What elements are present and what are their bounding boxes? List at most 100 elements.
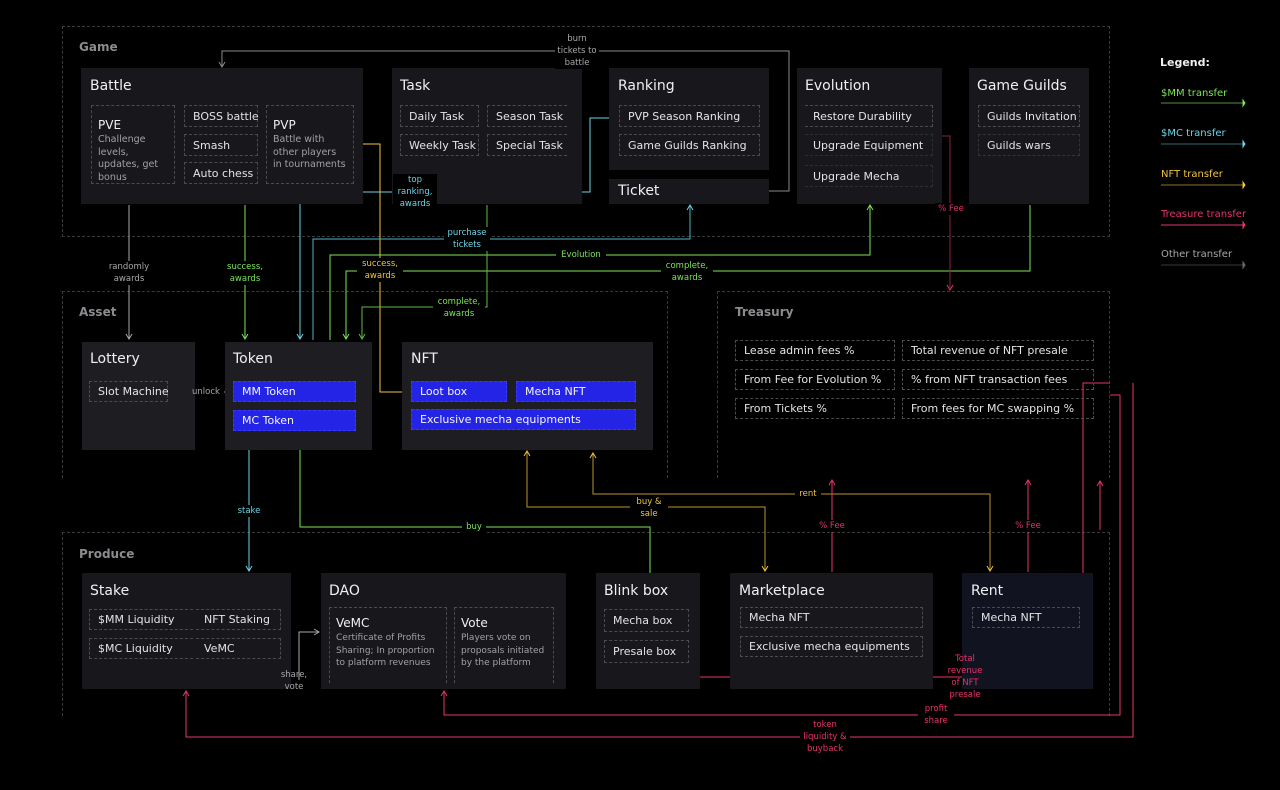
vote-desc: Players vote on proposals initiated by t…: [461, 633, 545, 668]
blink-box-title: Blink box: [604, 583, 669, 599]
label-fee-evolution: % Fee: [935, 203, 967, 215]
special-task-chip[interactable]: Special Task: [487, 134, 567, 156]
label-burn-tickets: burn tickets to battle: [555, 33, 599, 69]
rent-mecha-nft-chip[interactable]: Mecha NFT: [972, 607, 1080, 628]
mecha-nft-chip[interactable]: Mecha NFT: [516, 381, 636, 402]
label-rent: rent: [795, 488, 821, 500]
battle-card: Battle PVE Challenge levels, updates, ge…: [81, 68, 363, 204]
dao-card: DAO VeMC Certificate of Profits Sharing;…: [321, 573, 566, 689]
ranking-title: Ranking: [618, 78, 675, 94]
token-card: Token MM Token MC Token: [225, 342, 372, 450]
legend-mm-transfer: $MM transfer: [1161, 88, 1228, 99]
label-success-awards-mm: success, awards: [222, 261, 268, 285]
label-share-vote: share, vote: [280, 670, 308, 692]
label-purchase-tickets: purchase tickets: [444, 227, 490, 251]
lottery-title: Lottery: [90, 351, 140, 367]
lottery-card: Lottery Slot Machine: [82, 342, 195, 450]
game-guilds-ranking-chip[interactable]: Game Guilds Ranking: [619, 134, 760, 156]
label-total-revenue-presale: Total revenue of NFT presale: [947, 654, 983, 700]
game-guilds-title: Game Guilds: [977, 78, 1067, 94]
mm-liquidity-chip[interactable]: $MM Liquidity: [89, 609, 193, 630]
pve-title: PVE: [98, 118, 122, 132]
vemc-desc: Certificate of Profits Sharing; In propo…: [336, 633, 435, 668]
ticket-title: Ticket: [618, 183, 660, 199]
slot-machine-chip[interactable]: Slot Machine: [89, 381, 169, 402]
mm-token-chip[interactable]: MM Token: [233, 381, 356, 402]
pvp-block[interactable]: PVP Battle with other players in tournam…: [266, 105, 354, 184]
presale-box-chip[interactable]: Presale box: [604, 640, 689, 663]
treasury-fee-evolution[interactable]: From Fee for Evolution %: [735, 369, 895, 390]
blink-box-card: Blink box Mecha box Presale box: [596, 573, 700, 689]
guilds-wars-chip[interactable]: Guilds wars: [978, 134, 1080, 156]
label-fee-rent: % Fee: [1012, 520, 1044, 532]
label-randomly-awards: randomly awards: [104, 261, 154, 285]
mecha-box-chip[interactable]: Mecha box: [604, 609, 689, 632]
ranking-card: Ranking PVP Season Ranking Game Guilds R…: [609, 68, 769, 170]
boss-battle-chip[interactable]: BOSS battle: [184, 105, 259, 127]
legend-other-transfer: Other transfer: [1161, 249, 1233, 260]
treasury-total-revenue-presale[interactable]: Total revenue of NFT presale: [902, 340, 1094, 361]
label-buy: buy: [462, 521, 486, 533]
evolution-card: Evolution Restore Durability Upgrade Equ…: [797, 68, 942, 204]
token-title: Token: [233, 351, 273, 367]
pvp-title: PVP: [273, 118, 296, 132]
evolution-title: Evolution: [805, 78, 871, 94]
wire-evolution: [329, 206, 871, 340]
exclusive-mecha-equipments-chip[interactable]: Exclusive mecha equipments: [411, 409, 636, 430]
restore-durability-chip[interactable]: Restore Durability: [805, 105, 933, 127]
mc-token-chip[interactable]: MC Token: [233, 410, 356, 431]
treasury-lease-admin-fees[interactable]: Lease admin fees %: [735, 340, 895, 361]
vemc-stake-chip[interactable]: VeMC: [196, 638, 281, 659]
label-evolution: Evolution: [556, 249, 606, 261]
upgrade-equipment-chip[interactable]: Upgrade Equipment: [805, 134, 933, 156]
label-complete-awards-guild: complete, awards: [661, 260, 713, 284]
vemc-title: VeMC: [336, 616, 370, 630]
upgrade-mecha-chip[interactable]: Upgrade Mecha: [805, 165, 933, 187]
nft-card: NFT Loot box Mecha NFT Exclusive mecha e…: [402, 342, 653, 450]
label-complete-awards-task: complete, awards: [433, 296, 485, 320]
daily-task-chip[interactable]: Daily Task: [400, 105, 479, 127]
weekly-task-chip[interactable]: Weekly Task: [400, 134, 479, 156]
auto-chess-chip[interactable]: Auto chess: [184, 162, 258, 184]
mc-liquidity-chip[interactable]: $MC Liquidity: [89, 638, 193, 659]
treasury-mc-swapping-fees[interactable]: From fees for MC swapping %: [902, 398, 1094, 419]
stake-title: Stake: [90, 583, 130, 599]
legend-title: Legend:: [1160, 56, 1210, 69]
dao-title: DAO: [329, 583, 360, 599]
legend-treasure-transfer: Treasure transfer: [1161, 209, 1247, 220]
legend-mc-transfer: $MC transfer: [1161, 128, 1226, 139]
stake-card: Stake $MM Liquidity NFT Staking $MC Liqu…: [82, 573, 291, 689]
game-guilds-card: Game Guilds Guilds Invitation Guilds war…: [969, 68, 1089, 204]
pve-desc: Challenge levels, updates, get bonus: [98, 134, 159, 183]
label-top-ranking: top ranking, awards: [393, 174, 437, 210]
ticket-card[interactable]: Ticket: [609, 179, 769, 204]
vote-title: Vote: [461, 616, 488, 630]
label-buy-sale: buy & sale: [630, 496, 668, 520]
vote-block[interactable]: Vote Players vote on proposals initiated…: [454, 607, 554, 683]
smash-chip[interactable]: Smash: [184, 134, 258, 156]
treasury-nft-transaction-fees[interactable]: % from NFT transaction fees: [902, 369, 1094, 390]
vemc-block[interactable]: VeMC Certificate of Profits Sharing; In …: [329, 607, 447, 683]
label-token-liquidity: token liquidity & buyback: [800, 719, 850, 755]
nft-staking-chip[interactable]: NFT Staking: [196, 609, 281, 630]
marketplace-card: Marketplace Mecha NFT Exclusive mecha eq…: [730, 573, 933, 689]
legend-nft-transfer: NFT transfer: [1161, 169, 1223, 180]
rent-title: Rent: [971, 583, 1004, 599]
label-unlock: unlock: [192, 387, 220, 397]
label-fee-market: % Fee: [816, 520, 848, 532]
pve-block[interactable]: PVE Challenge levels, updates, get bonus: [91, 105, 175, 184]
market-exclusive-equipments-chip[interactable]: Exclusive mecha equipments: [740, 636, 923, 657]
loot-box-chip[interactable]: Loot box: [411, 381, 507, 402]
guilds-invitation-chip[interactable]: Guilds Invitation: [978, 105, 1080, 127]
season-task-chip[interactable]: Season Task: [487, 105, 567, 127]
treasury-from-tickets[interactable]: From Tickets %: [735, 398, 895, 419]
task-title: Task: [400, 78, 431, 94]
battle-title: Battle: [90, 78, 132, 94]
label-profit-share: profit share: [918, 703, 954, 727]
marketplace-title: Marketplace: [739, 583, 825, 599]
market-mecha-nft-chip[interactable]: Mecha NFT: [740, 607, 923, 628]
nft-title: NFT: [411, 351, 438, 367]
pvp-season-ranking-chip[interactable]: PVP Season Ranking: [619, 105, 760, 127]
label-stake: stake: [233, 505, 265, 517]
label-success-awards-nft: success, awards: [357, 258, 403, 282]
